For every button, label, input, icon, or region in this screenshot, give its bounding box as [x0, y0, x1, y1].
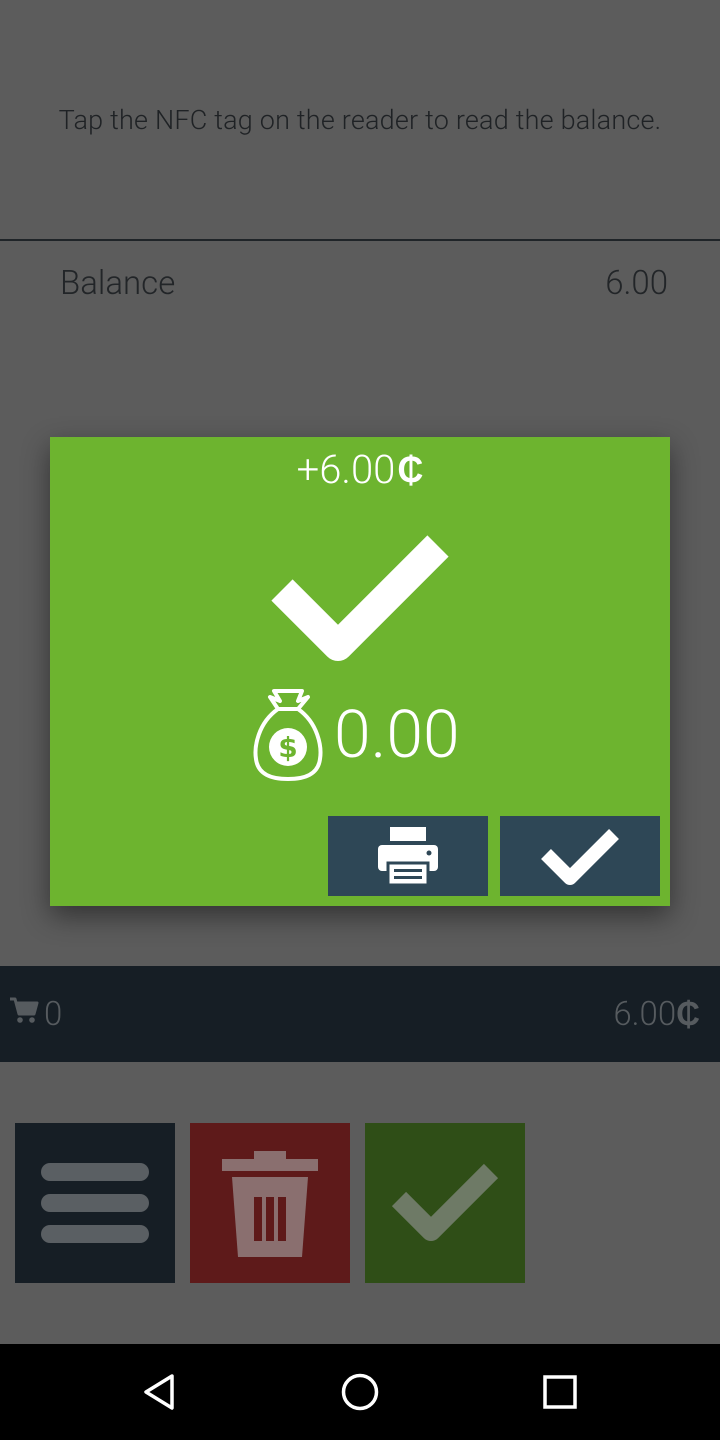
recent-square-icon: [543, 1375, 577, 1409]
hamburger-menu-icon: [41, 1163, 149, 1243]
dialog-ok-button[interactable]: [500, 816, 660, 896]
print-receipt-button[interactable]: [328, 816, 488, 896]
trash-icon: [222, 1151, 318, 1257]
cart-total: 6.00 ₵: [613, 966, 700, 1062]
cart-bar: 0 6.00 ₵: [0, 966, 720, 1062]
dialog-amount-value: +6.00: [296, 446, 396, 493]
nav-home-button[interactable]: [312, 1344, 408, 1440]
checkmark-icon: [391, 1163, 499, 1241]
balance-row: Balance 6.00: [60, 258, 668, 308]
dialog-amount: +6.00 ₵: [0, 446, 720, 493]
dialog-currency-symbol: ₵: [397, 448, 424, 491]
divider: [0, 239, 720, 241]
dialog-new-balance: $ 0.00: [252, 685, 460, 785]
back-triangle-icon: [144, 1374, 174, 1410]
balance-value: 6.00: [605, 263, 668, 303]
clear-cart-button[interactable]: [190, 1123, 350, 1283]
cart-count: 0: [44, 994, 63, 1034]
cart-count-group[interactable]: 0: [8, 966, 62, 1062]
home-circle-icon: [341, 1373, 379, 1411]
nav-back-button[interactable]: [112, 1344, 208, 1440]
success-checkmark-icon: [271, 535, 449, 661]
android-navigation-bar: [0, 1344, 720, 1440]
menu-button[interactable]: [15, 1123, 175, 1283]
cart-total-value: 6.00: [613, 994, 677, 1034]
dialog-new-balance-value: 0.00: [334, 696, 460, 774]
nfc-instruction-text: Tap the NFC tag on the reader to read th…: [58, 104, 662, 136]
nav-recent-apps-button[interactable]: [512, 1344, 608, 1440]
cart-icon: [8, 994, 40, 1035]
cart-currency-symbol: ₵: [676, 994, 700, 1034]
svg-text:$: $: [278, 731, 297, 764]
money-bag-icon: $: [253, 689, 323, 782]
checkmark-icon: [541, 829, 619, 885]
printer-icon: [378, 827, 438, 887]
checkout-button[interactable]: [365, 1123, 525, 1283]
balance-label: Balance: [60, 263, 176, 303]
